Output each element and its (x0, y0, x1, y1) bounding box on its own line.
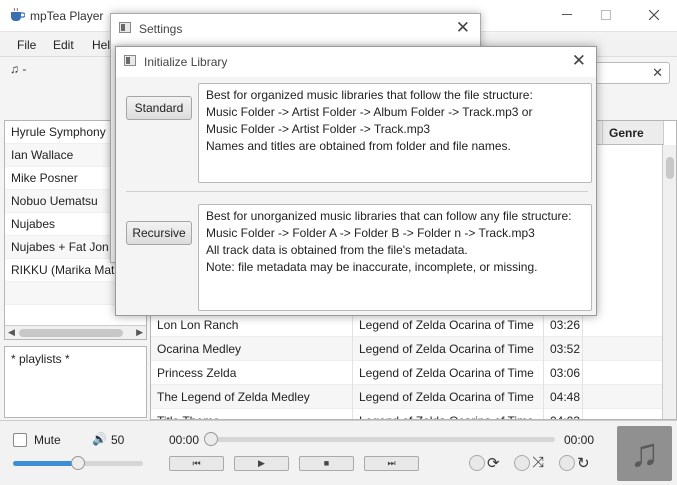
window-icon (124, 55, 136, 66)
description-line: Music Folder -> Artist Folder -> Track.m… (206, 122, 431, 136)
volume-icon: 🔊 (92, 432, 107, 446)
description-line: Music Folder -> Artist Folder -> Album F… (206, 105, 533, 119)
time-cell: 03:52 (544, 337, 583, 361)
minimize-icon (562, 14, 572, 15)
shuffle-icon: ⤨ (532, 454, 545, 471)
description-line: Best for organized music libraries that … (206, 88, 533, 102)
scroll-thumb[interactable] (666, 157, 674, 179)
window-icon (119, 22, 131, 33)
scroll-thumb[interactable] (19, 329, 123, 337)
album-cell: Legend of Zelda Ocarina of Time (353, 385, 544, 409)
time-total: 00:00 (564, 433, 595, 447)
time-cell: 04:48 (544, 385, 583, 409)
close-icon (649, 10, 659, 20)
next-button[interactable]: ⏭ (364, 456, 419, 471)
standard-button[interactable]: Standard (126, 96, 192, 120)
table-row[interactable]: Princess Zelda Legend of Zelda Ocarina o… (151, 361, 663, 385)
volume-fill (13, 461, 78, 466)
mute-checkbox[interactable] (13, 433, 27, 447)
scroll-left-icon[interactable]: ◀ (8, 327, 15, 338)
time-cell: 04:03 (544, 409, 583, 419)
initialize-library-close-icon[interactable]: ✕ (572, 51, 586, 71)
playback-controls: Mute 🔊 50 00:00 00:00 ⏮ ▶ ■ ⏭ ⟳ ⤨ ↻ ♫ (0, 420, 677, 485)
title-cell: Title Theme (151, 409, 353, 419)
time-elapsed: 00:00 (169, 433, 200, 447)
album-cell: Legend of Zelda Ocarina of Time (353, 313, 544, 337)
description-line: Names and titles are obtained from folde… (206, 139, 511, 153)
volume-slider[interactable] (13, 456, 143, 470)
settings-title: Settings (139, 22, 183, 36)
maximize-icon (601, 10, 611, 20)
menu-file[interactable]: File (17, 38, 36, 52)
description-line: Music Folder -> Folder A -> Folder B -> … (206, 226, 535, 240)
repeat-icon: ↻ (577, 455, 590, 472)
play-icon: ▶ (258, 458, 265, 468)
now-playing-label: ♫ - (10, 62, 27, 76)
play-button[interactable]: ▶ (234, 456, 289, 471)
time-cell: 03:26 (544, 313, 583, 337)
album-cell: Legend of Zelda Ocarina of Time (353, 337, 544, 361)
menu-help[interactable]: Hel (92, 38, 110, 52)
stop-icon: ■ (323, 458, 330, 468)
initialize-library-dialog: Initialize Library ✕ Standard Best for o… (115, 46, 597, 316)
repeat-toggle[interactable] (559, 455, 575, 471)
title-cell: The Legend of Zelda Medley (151, 385, 353, 409)
mute-label: Mute (34, 433, 61, 447)
column-header-genre[interactable]: Genre (603, 121, 664, 145)
table-row[interactable]: Title Theme Legend of Zelda Ocarina of T… (151, 409, 663, 419)
settings-close-icon[interactable]: ✕ (456, 18, 470, 38)
minimize-button[interactable] (545, 0, 589, 30)
next-icon: ⏭ (387, 458, 396, 468)
list-item[interactable]: * playlists * (5, 347, 146, 371)
description-line: Best for unorganized music libraries tha… (206, 209, 572, 223)
description-line: Note: file metadata may be inaccurate, i… (206, 260, 538, 274)
window-title: mpTea Player (30, 9, 104, 23)
time-cell: 03:06 (544, 361, 583, 385)
close-button[interactable] (632, 0, 676, 30)
divider (126, 191, 588, 192)
shuffle-toggle[interactable] (514, 455, 530, 471)
previous-icon: ⏮ (192, 458, 201, 468)
teacup-app-icon (11, 8, 25, 21)
description-line: All track data is obtained from the file… (206, 243, 468, 257)
initialize-library-title: Initialize Library (144, 55, 228, 69)
title-cell: Princess Zelda (151, 361, 353, 385)
title-cell: Ocarina Medley (151, 337, 353, 361)
table-row[interactable]: Ocarina Medley Legend of Zelda Ocarina o… (151, 337, 663, 361)
album-cell: Legend of Zelda Ocarina of Time (353, 409, 544, 419)
continuous-icon: ⟳ (487, 455, 500, 472)
seek-slider[interactable] (204, 432, 555, 446)
album-cell: Legend of Zelda Ocarina of Time (353, 361, 544, 385)
maximize-button[interactable] (584, 0, 628, 30)
seek-thumb[interactable] (204, 432, 218, 446)
previous-button[interactable]: ⏮ (169, 456, 224, 471)
volume-value: 50 (111, 433, 125, 447)
menu-edit[interactable]: Edit (53, 38, 74, 52)
standard-description: Best for organized music libraries that … (198, 83, 592, 183)
table-row[interactable]: The Legend of Zelda Medley Legend of Zel… (151, 385, 663, 409)
settings-titlebar: Settings ✕ (111, 14, 480, 44)
clear-search-icon[interactable]: ✕ (652, 65, 663, 81)
table-row[interactable]: Lon Lon Ranch Legend of Zelda Ocarina of… (151, 313, 663, 337)
music-note-icon: ♫ (629, 431, 660, 475)
initialize-library-titlebar: Initialize Library ✕ (116, 47, 596, 77)
search-input[interactable]: ✕ (590, 62, 670, 84)
volume-thumb[interactable] (71, 456, 85, 470)
playlist-list[interactable]: * playlists * (4, 346, 147, 418)
stop-button[interactable]: ■ (299, 456, 354, 471)
vertical-scrollbar[interactable] (662, 145, 676, 419)
album-art: ♫ (617, 426, 672, 481)
continuous-toggle[interactable] (469, 455, 485, 471)
recursive-button[interactable]: Recursive (126, 221, 192, 245)
title-cell: Lon Lon Ranch (151, 313, 353, 337)
horizontal-scrollbar[interactable]: ◀ ▶ (5, 325, 146, 339)
recursive-description: Best for unorganized music libraries tha… (198, 204, 592, 311)
scroll-right-icon[interactable]: ▶ (136, 327, 143, 338)
